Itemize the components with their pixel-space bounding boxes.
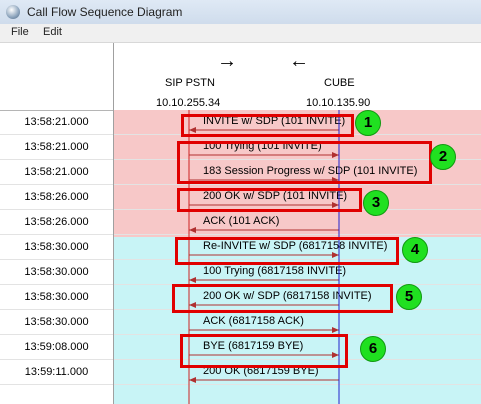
badge-1: 1 — [355, 110, 381, 136]
message-arrowhead — [332, 327, 339, 333]
badge-4: 4 — [402, 237, 428, 263]
highlight-box-4 — [175, 237, 399, 265]
column-divider — [113, 43, 114, 404]
badge-2: 2 — [430, 144, 456, 170]
highlight-box-6 — [180, 334, 348, 368]
message-arrowhead — [189, 277, 196, 283]
badge-6: 6 — [360, 336, 386, 362]
message-arrowhead — [189, 227, 196, 233]
highlight-box-2 — [177, 141, 432, 184]
badge-3: 3 — [363, 190, 389, 216]
highlight-box-5 — [172, 284, 393, 313]
message-arrowhead — [189, 377, 196, 383]
highlight-box-3 — [177, 188, 362, 212]
highlight-box-1 — [181, 114, 354, 137]
badge-5: 5 — [396, 284, 422, 310]
